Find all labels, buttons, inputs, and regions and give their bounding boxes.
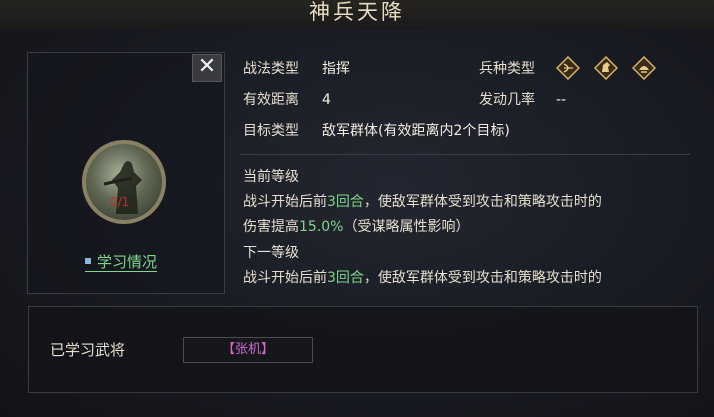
learned-generals-label: 已学习武将 bbox=[50, 341, 126, 359]
learned-general-name[interactable]: 【张机】 bbox=[183, 337, 313, 363]
current-level-line2: 伤害提高15.0%（受谋略属性影响） bbox=[243, 217, 469, 237]
next-level-rounds: 3回合 bbox=[327, 270, 364, 286]
section-divider bbox=[240, 154, 690, 155]
troop-type-label: 兵种类型 bbox=[479, 61, 535, 77]
current-level-line1-pre: 战斗开始后前 bbox=[243, 194, 327, 210]
infantry-troop-icon bbox=[632, 56, 656, 80]
title-bar: 神兵天降 bbox=[0, 0, 714, 31]
range-label: 有效距离 bbox=[243, 92, 299, 108]
current-level-heading: 当前等级 bbox=[243, 169, 299, 185]
learn-status-label: 学习情况 bbox=[97, 253, 158, 271]
tactic-type-label: 战法类型 bbox=[243, 61, 299, 77]
next-level-line1-pre: 战斗开始后前 bbox=[243, 270, 327, 286]
next-level-line1-post: ，使敌军群体受到攻击和策略攻击时的 bbox=[363, 270, 602, 286]
cavalry-troop-icon bbox=[594, 56, 618, 80]
next-level-heading: 下一等级 bbox=[243, 245, 299, 261]
target-type-label: 目标类型 bbox=[243, 123, 299, 139]
square-bullet-icon bbox=[85, 258, 91, 264]
page-title: 神兵天降 bbox=[309, 0, 405, 24]
learn-progress-count: 0/1 bbox=[110, 195, 130, 209]
current-level-rounds: 3回合 bbox=[327, 194, 364, 210]
close-button[interactable]: ✕ bbox=[192, 54, 222, 82]
current-level-line1-post: ，使敌军群体受到攻击和策略攻击时的 bbox=[363, 194, 602, 210]
current-level-percent: 15.0% bbox=[299, 219, 344, 235]
archer-troop-icon bbox=[556, 56, 580, 80]
current-level-line2-pre: 伤害提高 bbox=[243, 219, 299, 235]
current-level-line2-post: （受谋略属性影响） bbox=[343, 219, 470, 235]
trigger-rate-label: 发动几率 bbox=[479, 92, 535, 108]
next-level-line1: 战斗开始后前3回合，使敌军群体受到攻击和策略攻击时的 bbox=[243, 268, 602, 288]
tactic-type-value: 指挥 bbox=[322, 61, 350, 77]
learn-status-link[interactable]: 学习情况 bbox=[85, 253, 158, 272]
target-type-value: 敌军群体(有效距离内2个目标) bbox=[322, 123, 510, 139]
range-value: 4 bbox=[322, 92, 331, 108]
learned-generals-box bbox=[28, 306, 698, 393]
current-level-line1: 战斗开始后前3回合，使敌军群体受到攻击和策略攻击时的 bbox=[243, 192, 602, 212]
trigger-rate-value: -- bbox=[556, 92, 567, 108]
